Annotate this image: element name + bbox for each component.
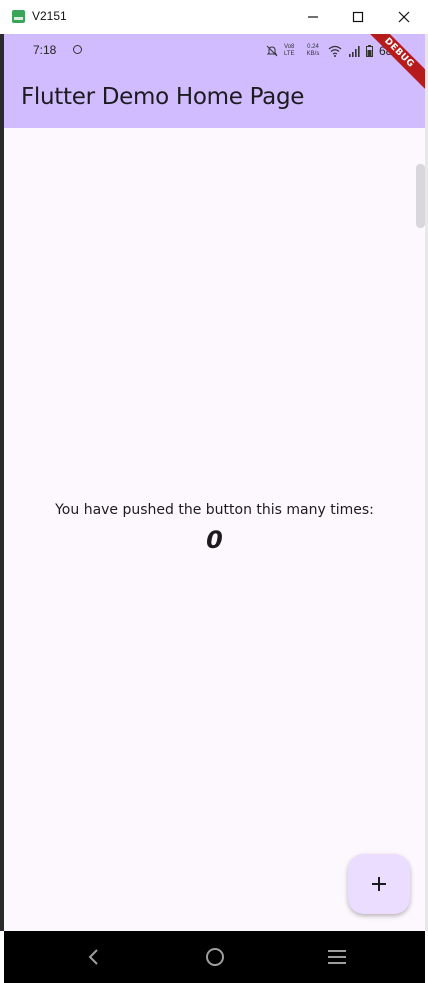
recents-icon [328, 950, 346, 964]
page-title: Flutter Demo Home Page [21, 84, 305, 110]
device-screen: 7:18 Vo8 LTE 0.24 KB/s 68 Flutter Demo H… [4, 34, 425, 931]
notification-icon [73, 45, 82, 54]
minimize-icon [308, 16, 318, 18]
back-button[interactable] [71, 941, 115, 973]
scrollbar[interactable] [416, 164, 425, 228]
mute-icon [266, 45, 278, 57]
home-icon [206, 948, 224, 966]
increment-button[interactable] [348, 854, 410, 914]
home-button[interactable] [193, 941, 237, 973]
status-bar: 7:18 Vo8 LTE 0.24 KB/s 68 [4, 34, 425, 68]
volte-label: Vo8 LTE [284, 44, 295, 57]
close-button[interactable] [381, 0, 427, 34]
recents-button[interactable] [315, 941, 359, 973]
plus-icon [372, 877, 386, 891]
counter-section: You have pushed the button this many tim… [4, 499, 425, 557]
navigation-bar [4, 931, 425, 983]
emulator-window: V2151 7:18 Vo8 LTE 0.24 KB/s 68 Flutter … [0, 0, 428, 983]
signal-icon [349, 45, 360, 57]
close-icon [398, 11, 410, 23]
maximize-icon [352, 11, 364, 23]
battery-icon [366, 45, 373, 57]
status-time: 7:18 [33, 43, 57, 57]
net-speed: 0.24 KB/s [306, 44, 320, 57]
app-bar: 7:18 Vo8 LTE 0.24 KB/s 68 Flutter Demo H… [4, 34, 425, 128]
app-icon [12, 10, 25, 23]
counter-value: 0 [206, 526, 223, 554]
back-icon [88, 949, 98, 965]
window-titlebar[interactable]: V2151 [0, 0, 428, 34]
counter-label: You have pushed the button this many tim… [55, 502, 374, 518]
status-icons: Vo8 LTE 0.24 KB/s 68 [266, 43, 398, 59]
maximize-button[interactable] [335, 0, 381, 34]
wifi-icon [328, 45, 342, 57]
minimize-button[interactable] [290, 0, 336, 34]
window-title: V2151 [32, 9, 67, 23]
